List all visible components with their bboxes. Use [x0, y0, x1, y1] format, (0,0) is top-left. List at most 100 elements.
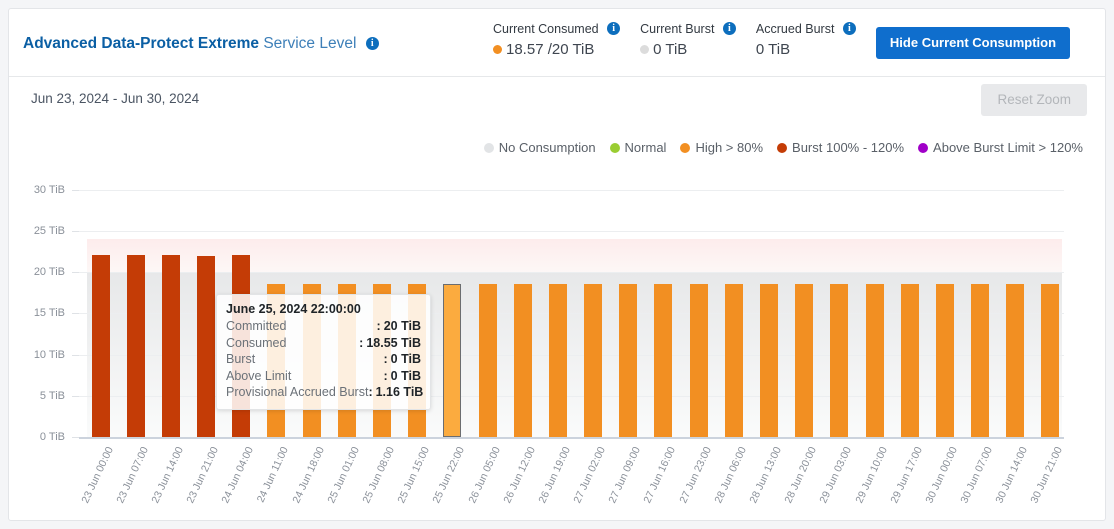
tooltip-row-separator: :	[359, 335, 363, 352]
x-axis-label: 30 Jun 21:00	[1029, 445, 1066, 505]
x-axis-label: 29 Jun 17:00	[888, 445, 925, 505]
chart-bar[interactable]	[901, 284, 919, 437]
y-axis-label: 10 TiB	[13, 349, 65, 361]
tooltip-row-value: 1.16 TiB	[376, 384, 424, 401]
x-axis-label: 23 Jun 14:00	[149, 445, 186, 505]
legend-swatch-icon	[777, 143, 787, 153]
chart-bar[interactable]	[443, 284, 461, 437]
chart-bar[interactable]	[690, 284, 708, 437]
y-axis-label: 30 TiB	[13, 184, 65, 196]
tooltip-row-value: 0 TiB	[391, 351, 421, 368]
gridline	[79, 272, 1064, 273]
y-axis-label: 15 TiB	[13, 307, 65, 319]
consumption-bar-chart[interactable]: 0 TiB5 TiB10 TiB15 TiB20 TiB25 TiB30 TiB…	[9, 161, 1106, 521]
chart-bar[interactable]	[1006, 284, 1024, 437]
chart-subbar: Jun 23, 2024 - Jun 30, 2024 Reset Zoom	[9, 77, 1105, 123]
x-axis-label: 23 Jun 21:00	[184, 445, 221, 505]
info-icon[interactable]: i	[366, 37, 379, 50]
chart-bar[interactable]	[1041, 284, 1059, 437]
y-tick-mark	[72, 396, 79, 397]
service-level-card: Advanced Data-Protect Extreme Service Le…	[8, 8, 1106, 521]
x-axis-label: 25 Jun 22:00	[431, 445, 468, 505]
tooltip-row: Above Limit:0 TiB	[226, 368, 421, 385]
stat-label-text: Current Consumed	[493, 22, 599, 36]
tooltip-row-key: Consumed	[226, 335, 359, 352]
x-axis-label: 26 Jun 05:00	[466, 445, 503, 505]
legend-item[interactable]: High > 80%	[680, 140, 763, 155]
x-axis-line	[79, 437, 1064, 439]
legend-item[interactable]: No Consumption	[484, 140, 596, 155]
x-axis-label: 23 Jun 00:00	[79, 445, 116, 505]
y-tick-mark	[72, 231, 79, 232]
chart-bar[interactable]	[479, 284, 497, 437]
chart-bar[interactable]	[162, 255, 180, 437]
header-stats: Current Consumed i 18.57 /20 TiB Current…	[493, 21, 1070, 59]
x-axis-label: 29 Jun 10:00	[853, 445, 890, 505]
tooltip-row: Provisional Accrued Burst:1.16 TiB	[226, 384, 421, 401]
x-axis-label: 30 Jun 00:00	[923, 445, 960, 505]
tooltip-row: Burst:0 TiB	[226, 351, 421, 368]
chart-bar[interactable]	[92, 255, 110, 437]
chart-bar[interactable]	[584, 284, 602, 437]
x-axis-label: 24 Jun 11:00	[255, 445, 291, 504]
y-axis-label: 0 TiB	[13, 431, 65, 443]
stat-current-consumed: Current Consumed i 18.57 /20 TiB	[493, 21, 620, 58]
y-axis-label: 25 TiB	[13, 225, 65, 237]
y-tick-mark	[72, 190, 79, 191]
tooltip-title: June 25, 2024 22:00:00	[226, 302, 421, 316]
stat-accrued-burst: Accrued Burst i 0 TiB	[756, 21, 856, 58]
stat-value-text: 0 TiB	[756, 41, 790, 58]
x-axis-label: 27 Jun 02:00	[571, 445, 608, 505]
stat-value-text: 18.57 /20 TiB	[506, 41, 594, 58]
tooltip-row-separator: :	[383, 351, 387, 368]
page-title-strong: Advanced Data-Protect Extreme	[23, 35, 259, 52]
y-tick-mark	[72, 313, 79, 314]
x-axis-label: 27 Jun 09:00	[607, 445, 644, 505]
x-axis-label: 25 Jun 01:00	[325, 445, 362, 505]
chart-bar[interactable]	[514, 284, 532, 437]
chart-tooltip: June 25, 2024 22:00:00 Committed:20 TiBC…	[216, 294, 431, 410]
legend-swatch-icon	[610, 143, 620, 153]
stat-label: Accrued Burst i	[756, 21, 856, 38]
chart-bar[interactable]	[760, 284, 778, 437]
stat-value-text: 0 TiB	[653, 41, 687, 58]
tooltip-row: Committed:20 TiB	[226, 318, 421, 335]
x-axis-label: 30 Jun 07:00	[958, 445, 995, 505]
y-tick-mark	[72, 272, 79, 273]
chart-bar[interactable]	[830, 284, 848, 437]
tooltip-row-key: Above Limit	[226, 368, 383, 385]
tooltip-row-value: 20 TiB	[384, 318, 421, 335]
hide-current-consumption-button[interactable]: Hide Current Consumption	[876, 27, 1070, 59]
x-axis-label: 26 Jun 12:00	[501, 445, 538, 505]
reset-zoom-button[interactable]: Reset Zoom	[981, 84, 1087, 116]
legend-item[interactable]: Burst 100% - 120%	[777, 140, 904, 155]
stat-label-text: Current Burst	[640, 22, 714, 36]
chart-bar[interactable]	[619, 284, 637, 437]
stat-value: 0 TiB	[640, 41, 736, 58]
tooltip-row-value: 18.55 TiB	[366, 335, 421, 352]
legend-label: Burst 100% - 120%	[792, 140, 904, 155]
chart-bar[interactable]	[127, 255, 145, 437]
chart-bar[interactable]	[197, 256, 215, 438]
chart-bar[interactable]	[549, 284, 567, 437]
info-icon[interactable]: i	[843, 22, 856, 35]
card-header: Advanced Data-Protect Extreme Service Le…	[9, 9, 1105, 77]
tooltip-row: Consumed:18.55 TiB	[226, 335, 421, 352]
chart-bar[interactable]	[654, 284, 672, 437]
chart-bar[interactable]	[936, 284, 954, 437]
info-icon[interactable]: i	[607, 22, 620, 35]
legend-item[interactable]: Above Burst Limit > 120%	[918, 140, 1083, 155]
stat-value: 0 TiB	[756, 41, 856, 58]
info-icon[interactable]: i	[723, 22, 736, 35]
tooltip-row-key: Provisional Accrued Burst	[226, 384, 368, 401]
tooltip-row-key: Committed	[226, 318, 377, 335]
chart-bar[interactable]	[971, 284, 989, 437]
x-axis-label: 25 Jun 15:00	[396, 445, 433, 505]
status-dot	[640, 45, 649, 54]
chart-bar[interactable]	[795, 284, 813, 437]
stat-current-burst: Current Burst i 0 TiB	[640, 21, 736, 58]
x-axis-label: 30 Jun 14:00	[994, 445, 1031, 505]
legend-item[interactable]: Normal	[610, 140, 667, 155]
chart-bar[interactable]	[725, 284, 743, 437]
chart-bar[interactable]	[866, 284, 884, 437]
